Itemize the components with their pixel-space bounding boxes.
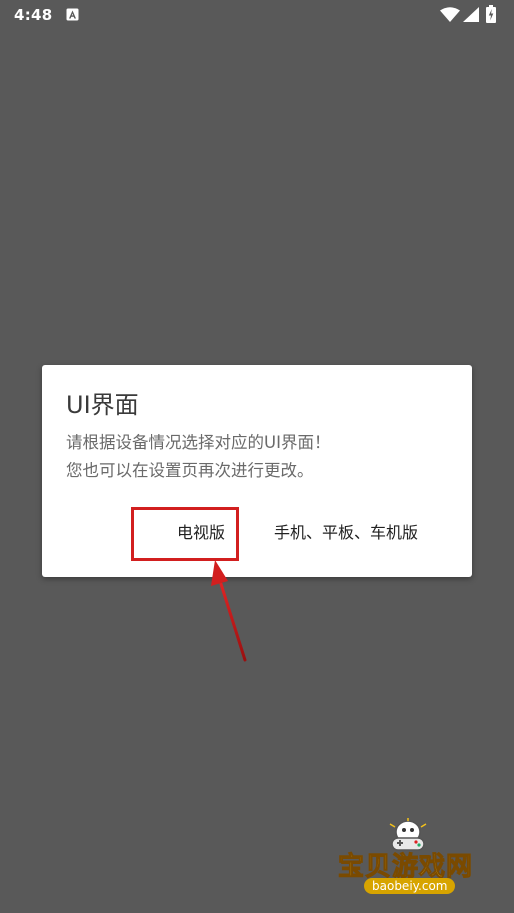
signal-icon [463,7,479,22]
ui-mode-dialog: UI界面 请根据设备情况选择对应的UI界面！ 您也可以在设置页再次进行更改。 电… [42,365,472,577]
highlight-annotation-box [131,507,239,561]
dialog-message: 请根据设备情况选择对应的UI界面！ 您也可以在设置页再次进行更改。 [66,429,456,485]
mobile-tablet-car-version-button[interactable]: 手机、平板、车机版 [274,519,418,543]
watermark-logo: 宝贝游戏网 baobeiy.com [337,818,508,908]
dialog-message-line-1: 请根据设备情况选择对应的UI界面！ [66,433,331,452]
status-bar: 4:48 [0,0,514,30]
battery-icon [486,5,496,23]
notification-icon [66,8,79,21]
status-time: 4:48 [14,6,53,24]
dialog-title: UI界面 [66,391,139,419]
wifi-icon [440,7,460,22]
watermark-url: baobeiy.com [364,878,456,894]
dialog-message-line-2: 您也可以在设置页再次进行更改。 [66,461,314,480]
